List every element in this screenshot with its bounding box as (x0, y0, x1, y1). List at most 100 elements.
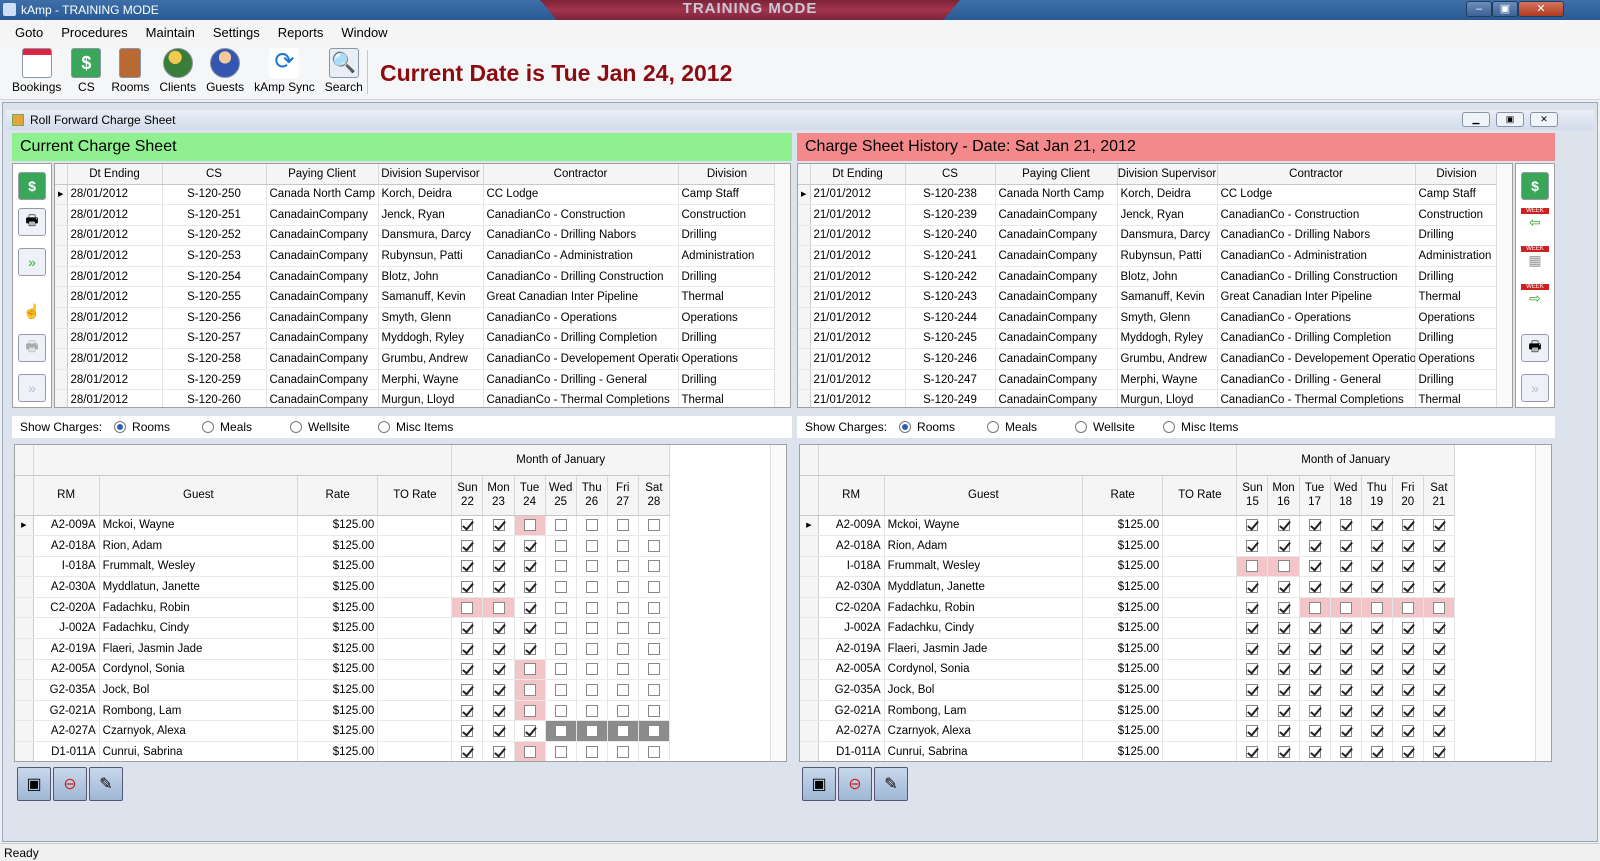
checkbox[interactable] (523, 601, 536, 614)
day-checkbox-cell[interactable] (1236, 576, 1269, 598)
day-checkbox-cell[interactable] (638, 576, 671, 598)
checkbox[interactable] (1370, 560, 1383, 573)
checkbox[interactable] (492, 684, 505, 697)
row-selector[interactable] (798, 225, 811, 247)
day-checkbox-cell[interactable] (576, 659, 608, 681)
day-checkbox-cell[interactable] (482, 617, 515, 640)
checkbox[interactable] (554, 745, 567, 758)
day-checkbox-cell[interactable] (607, 556, 639, 578)
checkbox[interactable] (1277, 601, 1290, 614)
day-checkbox-cell[interactable] (1423, 556, 1456, 578)
checkbox[interactable] (1401, 684, 1414, 697)
checkbox[interactable] (554, 725, 567, 738)
day-checkbox-cell[interactable] (1236, 617, 1269, 640)
checkbox[interactable] (1339, 581, 1352, 594)
column-header[interactable]: Guest (99, 475, 299, 516)
table-row[interactable]: 21/01/2012 S-120-243 CanadainCompany Samanu… (798, 286, 1496, 309)
table-row[interactable]: 28/01/2012 S-120-259 CanadainCompany Merphi… (55, 369, 774, 391)
day-checkbox-cell[interactable] (482, 700, 515, 722)
checkbox[interactable] (616, 519, 629, 532)
row-selector[interactable] (55, 225, 68, 247)
checkbox[interactable] (1432, 745, 1445, 758)
checkbox[interactable] (461, 519, 474, 532)
row-selector[interactable] (55, 286, 68, 309)
row-selector[interactable] (55, 245, 68, 267)
checkbox[interactable] (1246, 642, 1259, 655)
day-checkbox-cell[interactable] (638, 617, 671, 640)
checkbox[interactable] (492, 581, 505, 594)
checkbox[interactable] (461, 704, 474, 717)
current-charges-grid[interactable]: Month of January RM Guest Rate TO Rate Sun 22 M… (14, 444, 787, 762)
checkbox[interactable] (1370, 642, 1383, 655)
column-header[interactable]: Paying Client (266, 164, 379, 185)
day-checkbox-cell[interactable] (607, 576, 639, 598)
checkbox[interactable] (461, 684, 474, 697)
checkbox[interactable] (647, 663, 660, 676)
row-selector[interactable] (798, 307, 811, 329)
day-checkbox-cell[interactable] (1361, 597, 1393, 619)
row-selector[interactable] (15, 679, 34, 701)
checkbox[interactable] (523, 581, 536, 594)
row-selector[interactable] (800, 617, 819, 640)
checkbox[interactable] (1246, 560, 1259, 573)
radio-button[interactable] (202, 421, 215, 433)
checkbox[interactable] (523, 519, 536, 532)
table-row[interactable]: A2-019A Flaeri, Jasmin Jade $125.00 (15, 638, 671, 660)
table-row[interactable]: 21/01/2012 S-120-246 CanadainCompany Grumbu… (798, 348, 1496, 370)
day-checkbox-cell[interactable] (1267, 617, 1300, 640)
day-checkbox-cell[interactable] (1236, 679, 1269, 701)
day-checkbox-cell[interactable] (576, 515, 608, 537)
checkbox[interactable] (1277, 581, 1290, 594)
row-selector[interactable] (798, 369, 811, 391)
to-rate-cell[interactable] (377, 741, 453, 761)
day-checkbox-cell[interactable] (451, 535, 484, 557)
checkbox[interactable] (647, 560, 660, 573)
week-calendar-icon[interactable]: WEEK ▦ (1521, 246, 1549, 269)
row-selector[interactable] (800, 720, 819, 743)
radio-button[interactable] (114, 421, 127, 433)
table-row[interactable]: J-002A Fadachku, Cindy $125.00 (800, 617, 1456, 640)
day-checkbox-cell[interactable] (1267, 659, 1300, 681)
checkbox[interactable] (554, 622, 567, 635)
scrollbar[interactable] (774, 164, 790, 407)
checkbox[interactable] (616, 725, 629, 738)
row-selector[interactable] (15, 659, 34, 681)
day-checkbox-cell[interactable] (514, 556, 546, 578)
menu-reports[interactable]: Reports (269, 25, 333, 40)
day-checkbox-cell[interactable] (1267, 720, 1300, 743)
day-checkbox-cell[interactable] (1236, 535, 1269, 557)
checkbox[interactable] (492, 663, 505, 676)
day-checkbox-cell[interactable] (1330, 597, 1362, 619)
checkbox[interactable] (461, 539, 474, 552)
day-checkbox-cell[interactable] (545, 700, 577, 722)
checkbox[interactable] (1401, 519, 1414, 532)
day-checkbox-cell[interactable] (545, 556, 577, 578)
day-checkbox-cell[interactable] (1423, 535, 1456, 557)
checkbox[interactable] (461, 725, 474, 738)
column-header[interactable]: Paying Client (995, 164, 1118, 185)
checkbox[interactable] (1277, 663, 1290, 676)
radio-rooms[interactable]: Rooms (899, 420, 987, 434)
checkbox[interactable] (1339, 601, 1352, 614)
day-checkbox-cell[interactable] (1423, 617, 1456, 640)
checkbox[interactable] (1246, 601, 1259, 614)
checkbox[interactable] (647, 581, 660, 594)
radio-button[interactable] (1075, 421, 1088, 433)
checkbox[interactable] (585, 745, 598, 758)
checkbox[interactable] (1432, 725, 1445, 738)
day-checkbox-cell[interactable] (1361, 638, 1393, 660)
checkbox[interactable] (616, 684, 629, 697)
day-checkbox-cell[interactable] (1361, 679, 1393, 701)
history-sheet-grid[interactable]: Dt Ending CS Paying Client Division Supervi… (797, 163, 1513, 408)
table-row[interactable]: A2-030A Myddlatun, Janette $125.00 (800, 576, 1456, 598)
day-checkbox-cell[interactable] (1423, 576, 1456, 598)
day-checkbox-cell[interactable] (482, 597, 515, 619)
checkbox[interactable] (523, 684, 536, 697)
to-rate-cell[interactable] (377, 556, 453, 578)
day-checkbox-cell[interactable] (607, 515, 639, 537)
day-checkbox-cell[interactable] (576, 617, 608, 640)
checkbox[interactable] (1401, 560, 1414, 573)
day-checkbox-cell[interactable] (1267, 700, 1300, 722)
child-minimize-button[interactable]: ▁ (1462, 112, 1490, 127)
day-checkbox-cell[interactable] (514, 597, 546, 619)
